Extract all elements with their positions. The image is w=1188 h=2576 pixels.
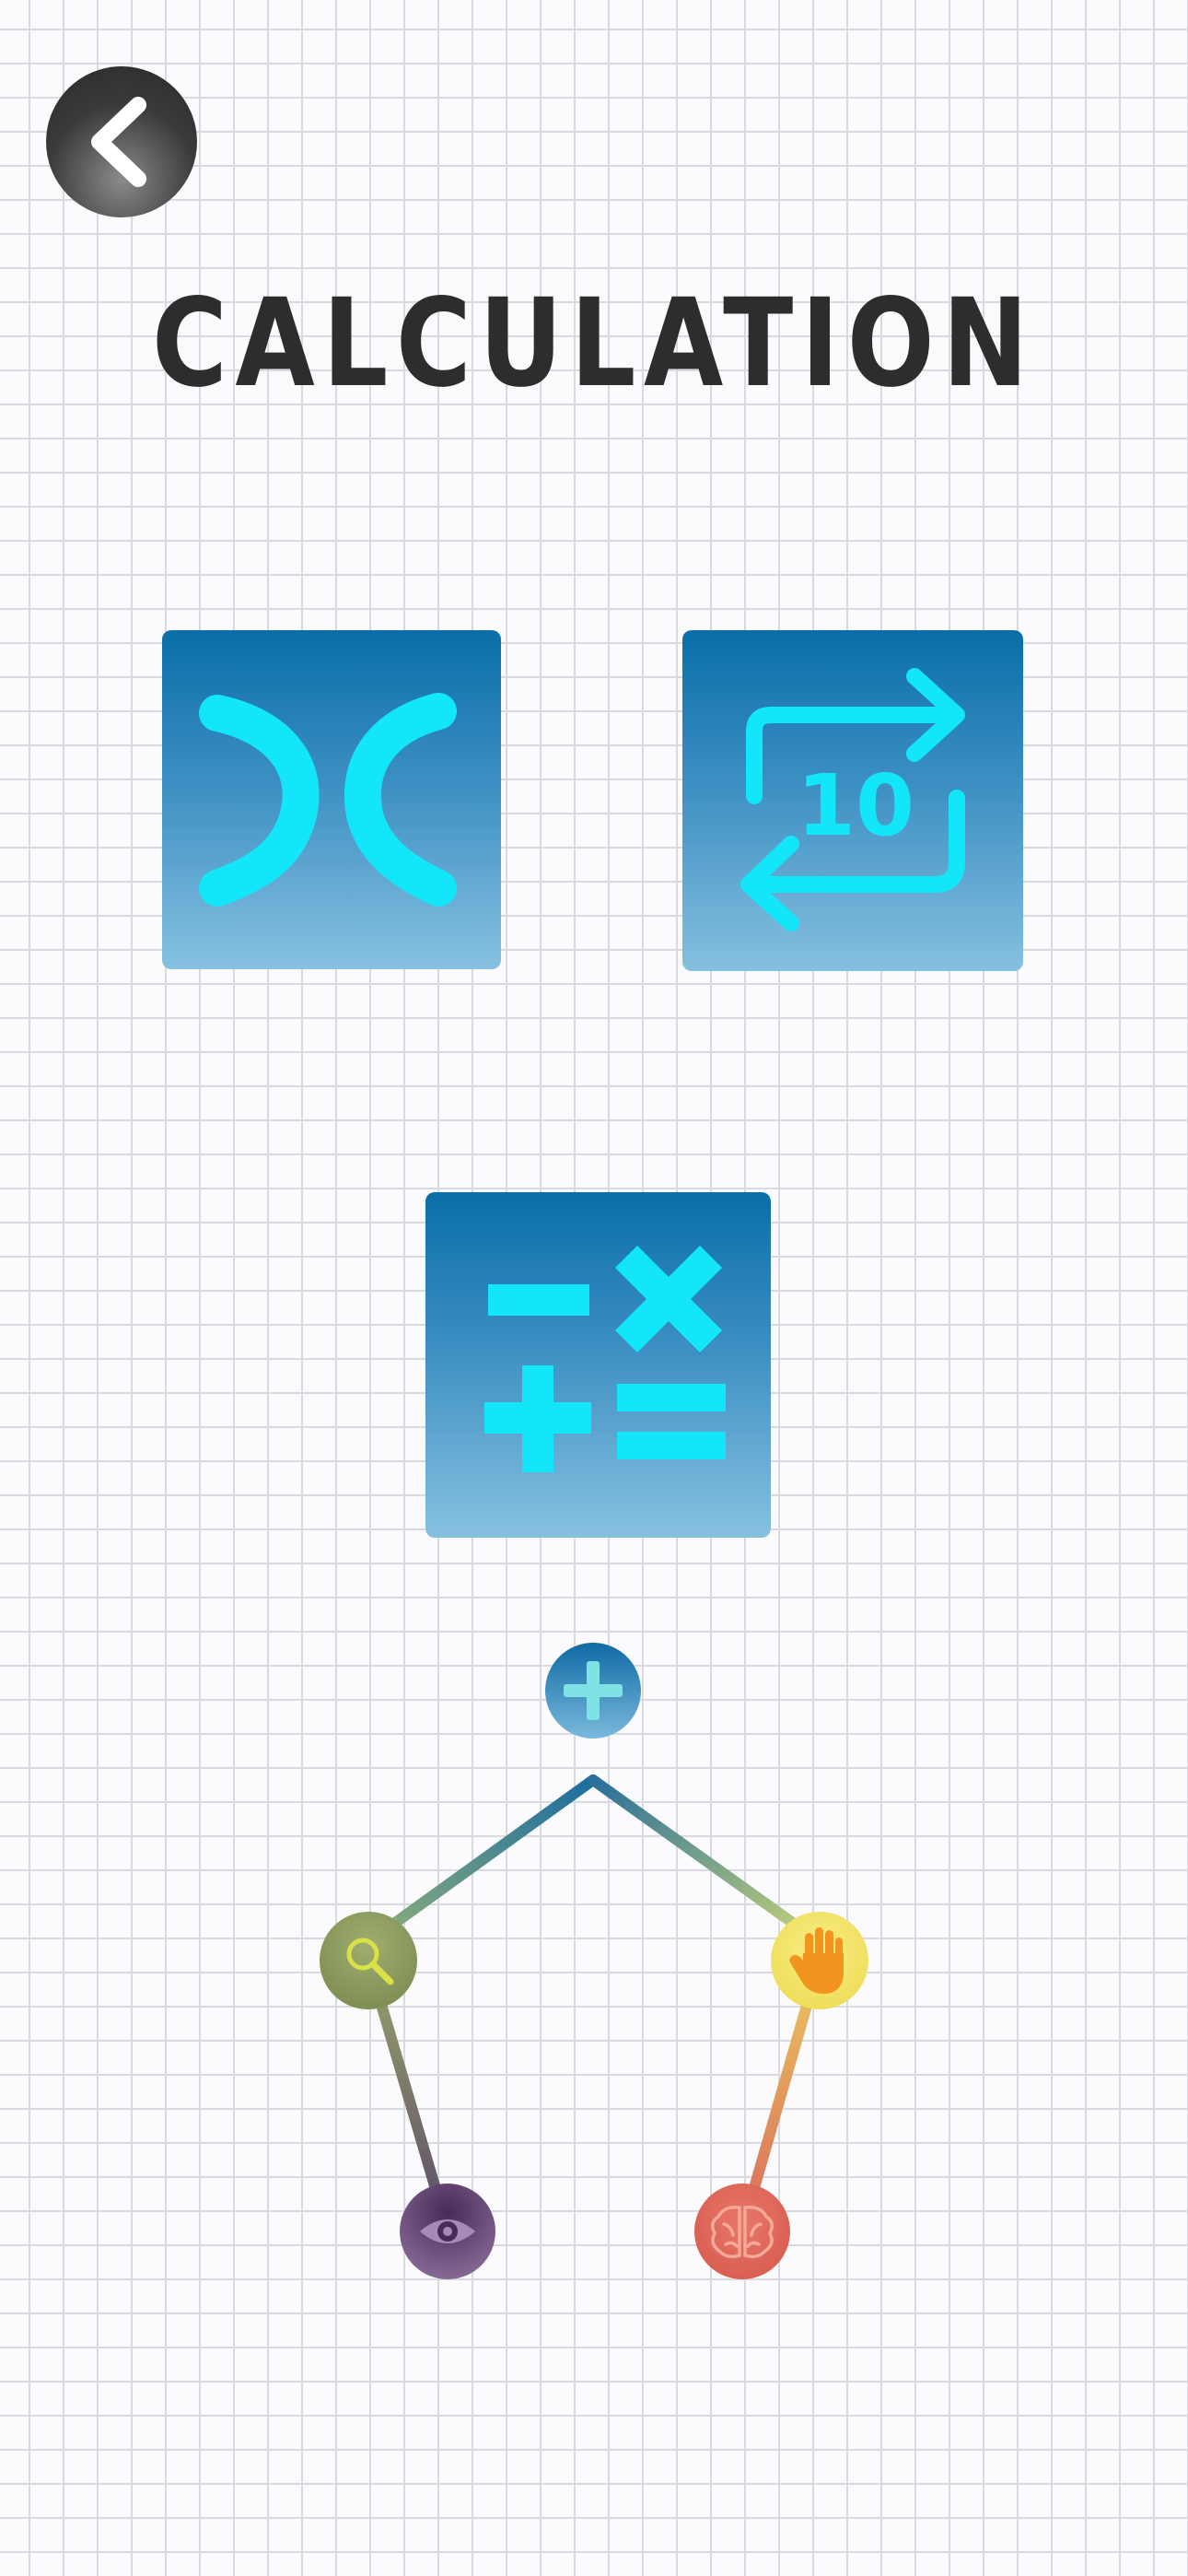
plus-node[interactable] (545, 1643, 641, 1739)
operations-tile[interactable] (425, 1192, 771, 1538)
page-title: CALCULATION (152, 273, 1036, 415)
back-button[interactable] (46, 66, 197, 217)
math-operators-icon (484, 1245, 726, 1472)
edge-top-search (363, 1774, 599, 1948)
compare-tile[interactable] (162, 630, 501, 969)
number-exchange-tile[interactable]: 10 (682, 630, 1023, 971)
minus-symbol (488, 1284, 589, 1316)
swap-arrows-10-icon: 10 (740, 668, 965, 931)
skills-diagram (320, 1643, 868, 2279)
chevron-left-icon (91, 97, 146, 187)
page-title-area: CALCULATION (152, 273, 1036, 415)
greater-less-than-icon (199, 693, 457, 907)
exchange-number-label: 10 (797, 756, 914, 855)
equals-symbol (617, 1384, 726, 1459)
plus-symbol (484, 1365, 591, 1472)
eye-node[interactable] (400, 2184, 495, 2279)
brain-node[interactable] (694, 2184, 790, 2279)
times-symbol (614, 1245, 723, 1353)
search-node[interactable] (320, 1912, 417, 2009)
hand-node[interactable] (771, 1912, 868, 2009)
edge-top-hand (588, 1774, 825, 1948)
